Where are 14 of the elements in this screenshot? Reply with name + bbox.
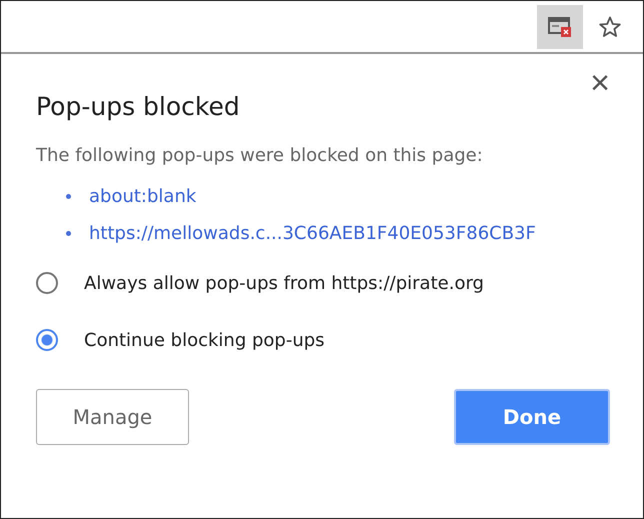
- bullet-icon: [66, 194, 71, 199]
- manage-button[interactable]: Manage: [36, 389, 189, 445]
- description-text: The following pop-ups were blocked on this page:: [36, 145, 484, 166]
- close-button[interactable]: ×: [590, 66, 610, 100]
- radio-button[interactable]: [36, 272, 58, 294]
- radio-label: Continue blocking pop-ups: [84, 330, 325, 350]
- done-button[interactable]: Done: [454, 389, 610, 445]
- bullet-icon: [66, 231, 71, 236]
- radio-button[interactable]: [36, 329, 58, 351]
- popup-blocked-icon[interactable]: [537, 4, 583, 48]
- radio-label: Always allow pop-ups from https://pirate.org: [84, 272, 484, 294]
- popup-link[interactable]: https://mellowads.c...3C66AEB1F40E053F86CB3F: [89, 223, 536, 244]
- popup-link[interactable]: about:blank: [89, 186, 196, 207]
- dialog-title: Pop-ups blocked: [36, 92, 240, 121]
